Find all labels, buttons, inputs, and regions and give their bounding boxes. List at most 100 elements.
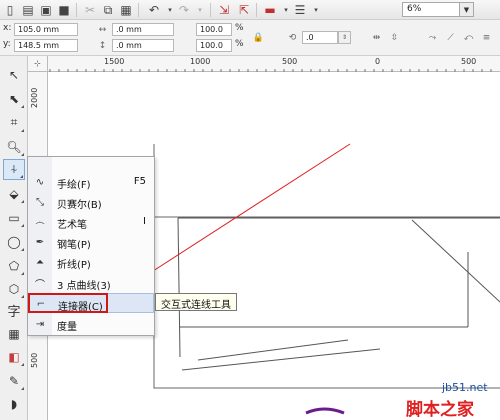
publish-icon[interactable]: ▬	[262, 2, 278, 18]
freehand-tool-icon[interactable]: ⍭	[3, 159, 25, 180]
canvas-mark	[305, 407, 345, 415]
eyedropper-tool-icon[interactable]: ✎	[3, 370, 25, 391]
flyout-item-polyline[interactable]: ⏶ 折线(P)	[28, 252, 154, 272]
open-icon[interactable]: ▤	[20, 2, 36, 18]
flyout-item-label: 钢笔(P)	[57, 240, 91, 251]
percent-label: %	[235, 23, 244, 33]
width-field[interactable]: .0 mm	[112, 23, 174, 36]
flyout-indicator-icon	[21, 272, 24, 275]
toolbar-divider	[210, 3, 211, 17]
dimension-icon: ⇥	[35, 318, 45, 330]
flyout-item-label: 手绘(F)	[57, 180, 91, 191]
text-tool-icon[interactable]: 字	[3, 300, 25, 321]
toolbar-divider	[256, 3, 257, 17]
rotation-field[interactable]: .0	[302, 31, 338, 44]
export-icon[interactable]: ⇱	[236, 2, 252, 18]
property-bar: x: 105.0 mm y: 148.5 mm ↔ .0 mm ↕ .0 mm …	[0, 20, 500, 56]
horizontal-ruler[interactable]: 1500 1000 500 0 500	[48, 56, 500, 72]
flyout-indicator-icon	[21, 248, 24, 251]
ruler-origin-icon[interactable]: ⊹	[28, 56, 48, 72]
print-icon[interactable]: ■	[56, 2, 72, 18]
pick-tool-icon[interactable]: ↖	[3, 64, 25, 85]
scale-x-field[interactable]: 100.0	[196, 23, 232, 36]
flyout-item-bezier[interactable]: ⤡ 贝赛尔(B)	[28, 192, 154, 212]
drawn-line	[177, 217, 181, 358]
cut-icon[interactable]: ✂	[82, 2, 98, 18]
save-icon[interactable]: ▣	[38, 2, 54, 18]
wrap-icon[interactable]: ⤺	[462, 31, 475, 44]
shape-tool-icon[interactable]: ⬉	[3, 88, 25, 109]
flyout-item-three-point-curve[interactable]: ⌒ 3 点曲线(3)	[28, 273, 154, 293]
flyout-item-shortcut: F5	[133, 176, 146, 187]
drawn-line	[181, 348, 381, 371]
crop-tool-icon[interactable]: ⌗	[3, 112, 25, 133]
paste-icon[interactable]: ▦	[118, 2, 134, 18]
rectangle-tool-icon[interactable]: ▭	[3, 207, 25, 228]
ruler-tick-label: 0	[375, 57, 381, 66]
flyout-indicator-icon	[21, 295, 24, 298]
to-curves-icon[interactable]: ⤳	[426, 31, 439, 44]
ruler-tick-label: 2000	[30, 87, 39, 108]
table-tool-icon[interactable]: ▦	[3, 323, 25, 344]
node-icon[interactable]: ⟋	[444, 31, 457, 44]
basic-shapes-tool-icon[interactable]: ⬡	[3, 278, 25, 299]
x-label: x:	[3, 23, 12, 33]
redo-icon[interactable]: ↷	[176, 2, 192, 18]
flyout-indicator-icon	[21, 387, 24, 390]
flyout-item-label: 贝赛尔(B)	[57, 200, 102, 211]
page-border	[153, 144, 500, 389]
flyout-item-label: 3 点曲线(3)	[57, 281, 111, 292]
polygon-tool-icon[interactable]: ⬠	[3, 255, 25, 276]
scale-y-field[interactable]: 100.0	[196, 39, 232, 52]
ruler-tick-label: 1000	[190, 57, 211, 66]
zoom-level-field[interactable]: 6%	[402, 2, 460, 17]
flyout-indicator-icon	[20, 175, 23, 178]
annotation-highlight-box	[28, 293, 108, 313]
undo-icon[interactable]: ↶	[146, 2, 162, 18]
x-position-field[interactable]: 105.0 mm	[14, 23, 78, 36]
polyline-icon: ⏶	[36, 256, 44, 268]
import-icon[interactable]: ⇲	[216, 2, 232, 18]
toolbar-divider	[76, 3, 77, 17]
tooltip: 交互式连线工具	[155, 293, 237, 311]
standard-toolbar: ▯ ▤ ▣ ■ ✂ ⧉ ▦ ↶ ▾ ↷ ▾ ⇲ ⇱ ▬ ▾ ☰ ▾ 6% ▼	[0, 0, 500, 20]
flyout-item-freehand[interactable]: ∿ 手绘(F) F5	[28, 172, 154, 192]
freehand-icon: ∿	[35, 176, 45, 188]
height-field[interactable]: .0 mm	[112, 39, 174, 52]
flyout-indicator-icon	[21, 129, 24, 132]
outline-width-icon[interactable]: ≡	[480, 31, 493, 44]
rotation-icon: ⟲	[288, 32, 297, 43]
flyout-item-label: 折线(P)	[57, 260, 91, 271]
toolbar-divider	[138, 3, 139, 17]
ruler-tick-label: 1500	[104, 57, 125, 66]
width-icon: ↔	[98, 24, 107, 35]
flyout-item-label: 艺术笔	[57, 220, 87, 231]
drawn-line	[197, 339, 349, 361]
outline-tool-icon[interactable]: ◗	[3, 393, 25, 414]
y-label: y:	[3, 39, 11, 49]
mirror-vertical-icon[interactable]: ⇳	[388, 31, 401, 44]
y-position-field[interactable]: 148.5 mm	[14, 39, 78, 52]
copy-icon[interactable]: ⧉	[100, 2, 116, 18]
flyout-indicator-icon	[21, 200, 24, 203]
ellipse-tool-icon[interactable]: ◯	[3, 231, 25, 252]
mirror-horizontal-icon[interactable]: ⇹	[370, 31, 383, 44]
flyout-indicator-icon	[21, 105, 24, 108]
flyout-item-dimension[interactable]: ⇥ 度量	[28, 314, 154, 334]
artistic-media-icon: ෴	[35, 216, 45, 228]
flyout-item-artistic-media[interactable]: ෴ 艺术笔 I	[28, 212, 154, 232]
flyout-item-pen[interactable]: ✒ 钢笔(P)	[28, 232, 154, 252]
zoom-tool-icon[interactable]: 🔍︎	[3, 136, 25, 157]
redo-dropdown-icon[interactable]: ▾	[192, 2, 208, 18]
zoom-dropdown-icon[interactable]: ▼	[460, 2, 474, 17]
rotation-spinner-icon[interactable]: ⇕	[338, 31, 351, 44]
launcher-icon[interactable]: ☰	[292, 2, 308, 18]
launcher-dropdown-icon[interactable]: ▾	[308, 2, 324, 18]
percent-label: %	[235, 39, 244, 49]
blend-tool-icon[interactable]: ◧	[3, 346, 25, 367]
lock-ratio-icon[interactable]: 🔒	[252, 31, 265, 44]
flyout-item-label: 度量	[57, 322, 77, 333]
new-icon[interactable]: ▯	[2, 2, 18, 18]
smart-fill-tool-icon[interactable]: ⬙	[3, 183, 25, 204]
watermark-url: jb51.net	[442, 381, 488, 394]
